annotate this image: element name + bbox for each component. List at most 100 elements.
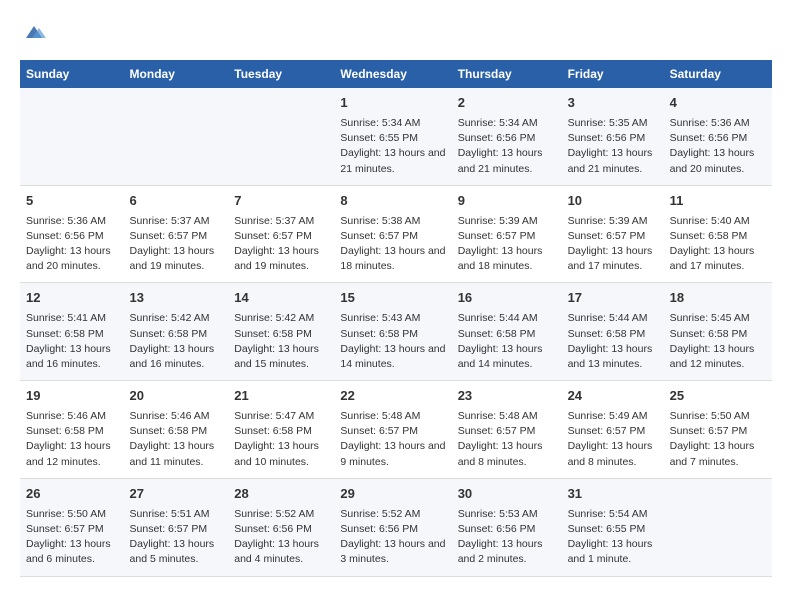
calendar-table: SundayMondayTuesdayWednesdayThursdayFrid… xyxy=(20,60,772,577)
calendar-cell: 31 Sunrise: 5:54 AM Sunset: 6:55 PM Dayli… xyxy=(562,478,664,576)
day-number: 10 xyxy=(568,192,658,211)
day-number: 16 xyxy=(458,289,556,308)
calendar-cell: 23Sunrise: 5:48 AM Sunset: 6:57 PM Dayli… xyxy=(452,381,562,479)
day-number: 23 xyxy=(458,387,556,406)
day-number: 2 xyxy=(458,94,556,113)
day-number: 11 xyxy=(670,192,766,211)
day-info: Sunrise: 5:50 AM Sunset: 6:57 PM Dayligh… xyxy=(670,409,766,470)
day-info: Sunrise: 5:43 AM Sunset: 6:58 PM Dayligh… xyxy=(340,311,445,372)
calendar-cell: 7Sunrise: 5:37 AM Sunset: 6:57 PM Daylig… xyxy=(228,185,334,283)
day-info: Sunrise: 5:41 AM Sunset: 6:58 PM Dayligh… xyxy=(26,311,118,372)
day-number: 3 xyxy=(568,94,658,113)
calendar-cell: 13 Sunrise: 5:42 AM Sunset: 6:58 PM Dayli… xyxy=(124,283,229,381)
calendar-cell: 19 Sunrise: 5:46 AM Sunset: 6:58 PM Dayli… xyxy=(20,381,124,479)
calendar-cell: 21Sunrise: 5:47 AM Sunset: 6:58 PM Dayli… xyxy=(228,381,334,479)
calendar-cell: 17 Sunrise: 5:44 AM Sunset: 6:58 PM Dayli… xyxy=(562,283,664,381)
day-info: Sunrise: 5:52 AM Sunset: 6:56 PM Dayligh… xyxy=(234,507,328,568)
day-info: Sunrise: 5:51 AM Sunset: 6:57 PM Dayligh… xyxy=(130,507,223,568)
calendar-cell: 5Sunrise: 5:36 AM Sunset: 6:56 PM Daylig… xyxy=(20,185,124,283)
calendar-cell: 22 Sunrise: 5:48 AM Sunset: 6:57 PM Dayli… xyxy=(334,381,451,479)
day-number: 13 xyxy=(130,289,223,308)
day-info: Sunrise: 5:36 AM Sunset: 6:56 PM Dayligh… xyxy=(26,214,118,275)
day-info: Sunrise: 5:39 AM Sunset: 6:57 PM Dayligh… xyxy=(568,214,658,275)
day-number: 27 xyxy=(130,485,223,504)
header-thursday: Thursday xyxy=(452,60,562,88)
day-info: Sunrise: 5:44 AM Sunset: 6:58 PM Dayligh… xyxy=(568,311,658,372)
day-number: 29 xyxy=(340,485,445,504)
header-monday: Monday xyxy=(124,60,229,88)
day-number: 28 xyxy=(234,485,328,504)
calendar-cell: 11 Sunrise: 5:40 AM Sunset: 6:58 PM Dayli… xyxy=(664,185,772,283)
calendar-cell: 12 Sunrise: 5:41 AM Sunset: 6:58 PM Dayli… xyxy=(20,283,124,381)
header-wednesday: Wednesday xyxy=(334,60,451,88)
day-info: Sunrise: 5:38 AM Sunset: 6:57 PM Dayligh… xyxy=(340,214,445,275)
day-number: 4 xyxy=(670,94,766,113)
calendar-cell: 1 Sunrise: 5:34 AM Sunset: 6:55 PM Daylig… xyxy=(334,88,451,185)
day-info: Sunrise: 5:53 AM Sunset: 6:56 PM Dayligh… xyxy=(458,507,556,568)
calendar-week-row: 5Sunrise: 5:36 AM Sunset: 6:56 PM Daylig… xyxy=(20,185,772,283)
day-number: 24 xyxy=(568,387,658,406)
day-info: Sunrise: 5:35 AM Sunset: 6:56 PM Dayligh… xyxy=(568,116,658,177)
calendar-cell: 8 Sunrise: 5:38 AM Sunset: 6:57 PM Daylig… xyxy=(334,185,451,283)
day-number: 25 xyxy=(670,387,766,406)
day-number: 9 xyxy=(458,192,556,211)
calendar-cell: 25 Sunrise: 5:50 AM Sunset: 6:57 PM Dayli… xyxy=(664,381,772,479)
day-number: 14 xyxy=(234,289,328,308)
calendar-week-row: 1 Sunrise: 5:34 AM Sunset: 6:55 PM Daylig… xyxy=(20,88,772,185)
calendar-cell: 9 Sunrise: 5:39 AM Sunset: 6:57 PM Daylig… xyxy=(452,185,562,283)
day-info: Sunrise: 5:50 AM Sunset: 6:57 PM Dayligh… xyxy=(26,507,118,568)
day-info: Sunrise: 5:34 AM Sunset: 6:55 PM Dayligh… xyxy=(340,116,445,177)
day-info: Sunrise: 5:42 AM Sunset: 6:58 PM Dayligh… xyxy=(130,311,223,372)
day-number: 30 xyxy=(458,485,556,504)
day-info: Sunrise: 5:46 AM Sunset: 6:58 PM Dayligh… xyxy=(26,409,118,470)
page-header xyxy=(20,20,772,44)
calendar-week-row: 26 Sunrise: 5:50 AM Sunset: 6:57 PM Dayli… xyxy=(20,478,772,576)
day-info: Sunrise: 5:48 AM Sunset: 6:57 PM Dayligh… xyxy=(340,409,445,470)
day-number: 12 xyxy=(26,289,118,308)
calendar-cell: 14 Sunrise: 5:42 AM Sunset: 6:58 PM Dayli… xyxy=(228,283,334,381)
day-number: 1 xyxy=(340,94,445,113)
day-info: Sunrise: 5:45 AM Sunset: 6:58 PM Dayligh… xyxy=(670,311,766,372)
header-tuesday: Tuesday xyxy=(228,60,334,88)
calendar-cell: 2Sunrise: 5:34 AM Sunset: 6:56 PM Daylig… xyxy=(452,88,562,185)
day-info: Sunrise: 5:54 AM Sunset: 6:55 PM Dayligh… xyxy=(568,507,658,568)
header-saturday: Saturday xyxy=(664,60,772,88)
day-number: 19 xyxy=(26,387,118,406)
day-info: Sunrise: 5:46 AM Sunset: 6:58 PM Dayligh… xyxy=(130,409,223,470)
calendar-cell: 3 Sunrise: 5:35 AM Sunset: 6:56 PM Daylig… xyxy=(562,88,664,185)
day-number: 31 xyxy=(568,485,658,504)
calendar-cell: 27 Sunrise: 5:51 AM Sunset: 6:57 PM Dayli… xyxy=(124,478,229,576)
day-number: 8 xyxy=(340,192,445,211)
day-number: 7 xyxy=(234,192,328,211)
header-friday: Friday xyxy=(562,60,664,88)
day-info: Sunrise: 5:44 AM Sunset: 6:58 PM Dayligh… xyxy=(458,311,556,372)
calendar-cell: 4 Sunrise: 5:36 AM Sunset: 6:56 PM Daylig… xyxy=(664,88,772,185)
calendar-cell: 10 Sunrise: 5:39 AM Sunset: 6:57 PM Dayli… xyxy=(562,185,664,283)
day-info: Sunrise: 5:36 AM Sunset: 6:56 PM Dayligh… xyxy=(670,116,766,177)
day-number: 17 xyxy=(568,289,658,308)
day-number: 26 xyxy=(26,485,118,504)
day-number: 6 xyxy=(130,192,223,211)
calendar-cell: 16 Sunrise: 5:44 AM Sunset: 6:58 PM Dayli… xyxy=(452,283,562,381)
logo-icon xyxy=(22,20,46,44)
day-info: Sunrise: 5:42 AM Sunset: 6:58 PM Dayligh… xyxy=(234,311,328,372)
calendar-header-row: SundayMondayTuesdayWednesdayThursdayFrid… xyxy=(20,60,772,88)
day-info: Sunrise: 5:52 AM Sunset: 6:56 PM Dayligh… xyxy=(340,507,445,568)
calendar-cell xyxy=(228,88,334,185)
calendar-cell: 26 Sunrise: 5:50 AM Sunset: 6:57 PM Dayli… xyxy=(20,478,124,576)
day-info: Sunrise: 5:40 AM Sunset: 6:58 PM Dayligh… xyxy=(670,214,766,275)
calendar-cell: 20 Sunrise: 5:46 AM Sunset: 6:58 PM Dayli… xyxy=(124,381,229,479)
calendar-week-row: 12 Sunrise: 5:41 AM Sunset: 6:58 PM Dayli… xyxy=(20,283,772,381)
day-info: Sunrise: 5:37 AM Sunset: 6:57 PM Dayligh… xyxy=(130,214,223,275)
day-number: 22 xyxy=(340,387,445,406)
day-number: 15 xyxy=(340,289,445,308)
day-info: Sunrise: 5:49 AM Sunset: 6:57 PM Dayligh… xyxy=(568,409,658,470)
day-number: 20 xyxy=(130,387,223,406)
calendar-cell: 15 Sunrise: 5:43 AM Sunset: 6:58 PM Dayli… xyxy=(334,283,451,381)
calendar-cell: 24 Sunrise: 5:49 AM Sunset: 6:57 PM Dayli… xyxy=(562,381,664,479)
calendar-cell xyxy=(664,478,772,576)
calendar-cell: 30 Sunrise: 5:53 AM Sunset: 6:56 PM Dayli… xyxy=(452,478,562,576)
day-info: Sunrise: 5:39 AM Sunset: 6:57 PM Dayligh… xyxy=(458,214,556,275)
day-info: Sunrise: 5:47 AM Sunset: 6:58 PM Dayligh… xyxy=(234,409,328,470)
header-sunday: Sunday xyxy=(20,60,124,88)
